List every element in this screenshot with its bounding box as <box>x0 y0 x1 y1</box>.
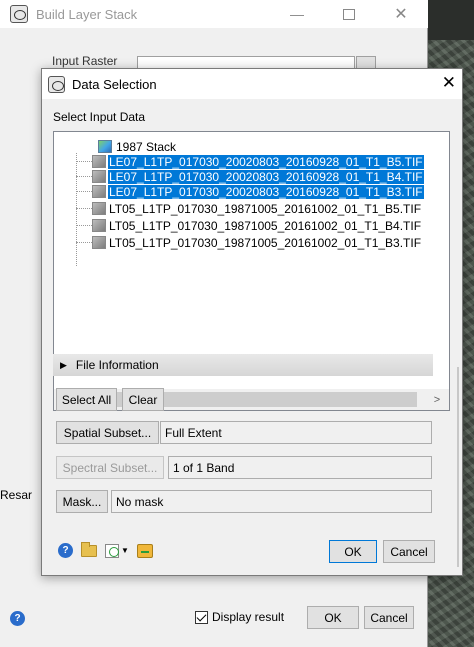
tree-root-label: 1987 Stack <box>116 139 177 154</box>
maximize-button[interactable] <box>326 0 372 28</box>
parent-titlebar: Build Layer Stack — ✕ <box>0 0 428 28</box>
tree-item[interactable]: LE07_L1TP_017030_20020803_20160928_01_T1… <box>54 169 424 184</box>
open-folder-icon[interactable] <box>81 541 97 557</box>
parent-cancel-button[interactable]: Cancel <box>364 606 414 629</box>
tree-item-label: LE07_L1TP_017030_20020803_20160928_01_T1… <box>108 184 424 199</box>
spatial-subset-button[interactable]: Spatial Subset... <box>56 421 159 444</box>
spatial-subset-field: Full Extent <box>160 421 432 444</box>
tree-item[interactable]: LE07_L1TP_017030_20020803_20160928_01_T1… <box>54 154 424 169</box>
tree-item-label: LT05_L1TP_017030_19871005_20161002_01_T1… <box>109 201 422 216</box>
dialog-ok-button[interactable]: OK <box>329 540 377 563</box>
help-icon[interactable]: ? <box>58 543 73 558</box>
dialog-toolbar: ? ▼ <box>58 541 153 558</box>
input-raster-label: Input Raster <box>52 54 118 68</box>
mask-button[interactable]: Mask... <box>56 490 108 513</box>
stack-icon <box>98 140 112 153</box>
recent-files-icon[interactable] <box>105 543 119 558</box>
dialog-titlebar: Data Selection ✕ <box>42 69 462 99</box>
chevron-down-icon[interactable]: ▼ <box>121 546 129 555</box>
tree-item-label: LE07_L1TP_017030_20020803_20160928_01_T1… <box>108 169 424 184</box>
tree-item-label: LE07_L1TP_017030_20020803_20160928_01_T1… <box>108 154 424 169</box>
raster-file-icon <box>92 202 106 215</box>
spectral-subset-button[interactable]: Spectral Subset... <box>56 456 164 479</box>
select-input-label: Select Input Data <box>53 110 146 124</box>
dialog-cancel-button[interactable]: Cancel <box>383 540 435 563</box>
app-icon <box>10 5 28 23</box>
display-result-option[interactable]: Display result <box>195 610 284 624</box>
file-information-section[interactable]: ▶ File Information <box>53 354 433 376</box>
resampling-label: Resar <box>0 488 33 502</box>
parent-window-title: Build Layer Stack <box>36 6 138 22</box>
maximize-icon <box>343 8 355 20</box>
help-icon[interactable]: ? <box>10 611 25 626</box>
raster-file-icon <box>92 170 106 183</box>
raster-file-icon <box>92 236 106 249</box>
background-dark-area <box>424 0 474 40</box>
display-result-label: Display result <box>212 610 285 624</box>
dialog-app-icon <box>48 75 65 93</box>
tree-item-label: LT05_L1TP_017030_19871005_20161002_01_T1… <box>109 218 422 233</box>
display-result-checkbox[interactable] <box>195 610 208 624</box>
minimize-button[interactable]: — <box>274 0 320 28</box>
tree-item-label: LT05_L1TP_017030_19871005_20161002_01_T1… <box>109 235 422 250</box>
tree-item[interactable]: LT05_L1TP_017030_19871005_20161002_01_T1… <box>54 201 422 216</box>
tree-root-item[interactable]: 1987 Stack <box>98 139 177 154</box>
tree-item[interactable]: LT05_L1TP_017030_19871005_20161002_01_T1… <box>54 235 422 250</box>
raster-file-icon <box>92 219 106 232</box>
vertical-scrollbar[interactable] <box>457 367 459 567</box>
file-information-label: File Information <box>75 358 159 372</box>
select-all-button[interactable]: Select All <box>56 388 117 411</box>
data-selection-dialog: Data Selection ✕ Select Input Data 1987 … <box>41 68 463 576</box>
tree-item[interactable]: LE07_L1TP_017030_20020803_20160928_01_T1… <box>54 184 424 199</box>
database-icon[interactable] <box>136 543 153 558</box>
raster-file-icon <box>92 155 106 168</box>
spectral-subset-field: 1 of 1 Band <box>168 456 432 479</box>
parent-ok-button[interactable]: OK <box>307 606 359 629</box>
mask-field: No mask <box>111 490 432 513</box>
tree-item[interactable]: LT05_L1TP_017030_19871005_20161002_01_T1… <box>54 218 422 233</box>
clear-button[interactable]: Clear <box>122 388 164 411</box>
dialog-close-button[interactable]: ✕ <box>442 73 456 93</box>
raster-file-icon <box>92 185 106 198</box>
dialog-title: Data Selection <box>72 76 157 92</box>
expand-triangle-icon: ▶ <box>60 359 67 370</box>
close-button[interactable]: ✕ <box>378 0 424 28</box>
scroll-right-icon[interactable]: > <box>430 392 444 407</box>
